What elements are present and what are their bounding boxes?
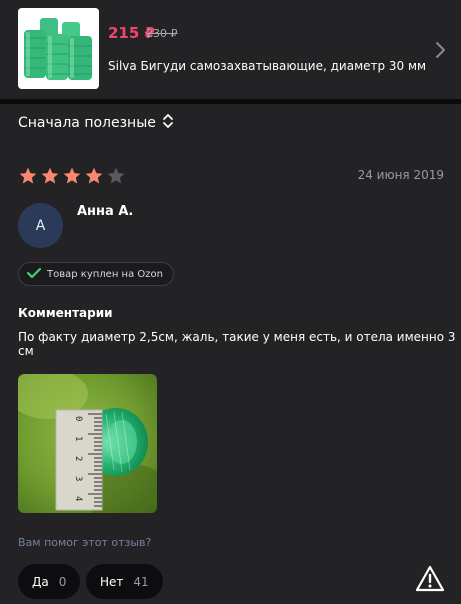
- section-divider: [0, 99, 461, 104]
- verified-label: Товар куплен на Ozon: [47, 268, 163, 280]
- author-name[interactable]: Анна А.: [77, 204, 133, 219]
- star-icon: [40, 166, 60, 190]
- star-icon: [106, 166, 126, 190]
- ruler-digit: 1: [73, 436, 83, 441]
- vote-no-count: 41: [133, 574, 149, 589]
- chevron-right-icon[interactable]: [431, 38, 451, 62]
- ruler-digit: 0: [73, 416, 83, 421]
- sort-arrows-icon: [162, 112, 174, 134]
- vote-yes-label: Да: [32, 574, 49, 589]
- sort-label: Сначала полезные: [18, 115, 156, 131]
- check-icon: [26, 267, 42, 282]
- comment-heading: Комментарии: [18, 306, 113, 320]
- vote-no-label: Нет: [100, 574, 124, 589]
- vote-no-button[interactable]: Нет 41: [86, 564, 163, 599]
- review-photo[interactable]: 0 1 2 3 4: [18, 374, 157, 513]
- product-thumbnail: [18, 8, 99, 89]
- comment-text: По факту диаметр 2,5см, жаль, такие у ме…: [18, 330, 456, 358]
- rating-stars: [18, 166, 126, 190]
- helpful-question: Вам помог этот отзыв?: [18, 536, 152, 549]
- product-old-price: 230 ₽: [146, 27, 178, 40]
- avatar-initial: A: [35, 217, 46, 234]
- product-summary[interactable]: 215 ₽ 230 ₽ Silva Бигуди самозахватывающ…: [0, 0, 461, 100]
- sort-selector[interactable]: Сначала полезные: [18, 113, 174, 133]
- ruler-digit: 4: [73, 496, 83, 501]
- product-title: Silva Бигуди самозахватывающие, диаметр …: [108, 59, 427, 73]
- star-icon: [62, 166, 82, 190]
- avatar: A: [18, 203, 63, 248]
- review-date: 24 июня 2019: [357, 168, 444, 182]
- report-warning-icon[interactable]: [414, 563, 446, 595]
- star-icon: [84, 166, 104, 190]
- star-icon: [18, 166, 38, 190]
- verified-purchase-badge: Товар куплен на Ozon: [18, 262, 174, 286]
- vote-yes-count: 0: [58, 574, 67, 589]
- ruler-digit: 2: [73, 456, 83, 461]
- vote-yes-button[interactable]: Да 0: [18, 564, 81, 599]
- ruler-digit: 3: [73, 476, 83, 481]
